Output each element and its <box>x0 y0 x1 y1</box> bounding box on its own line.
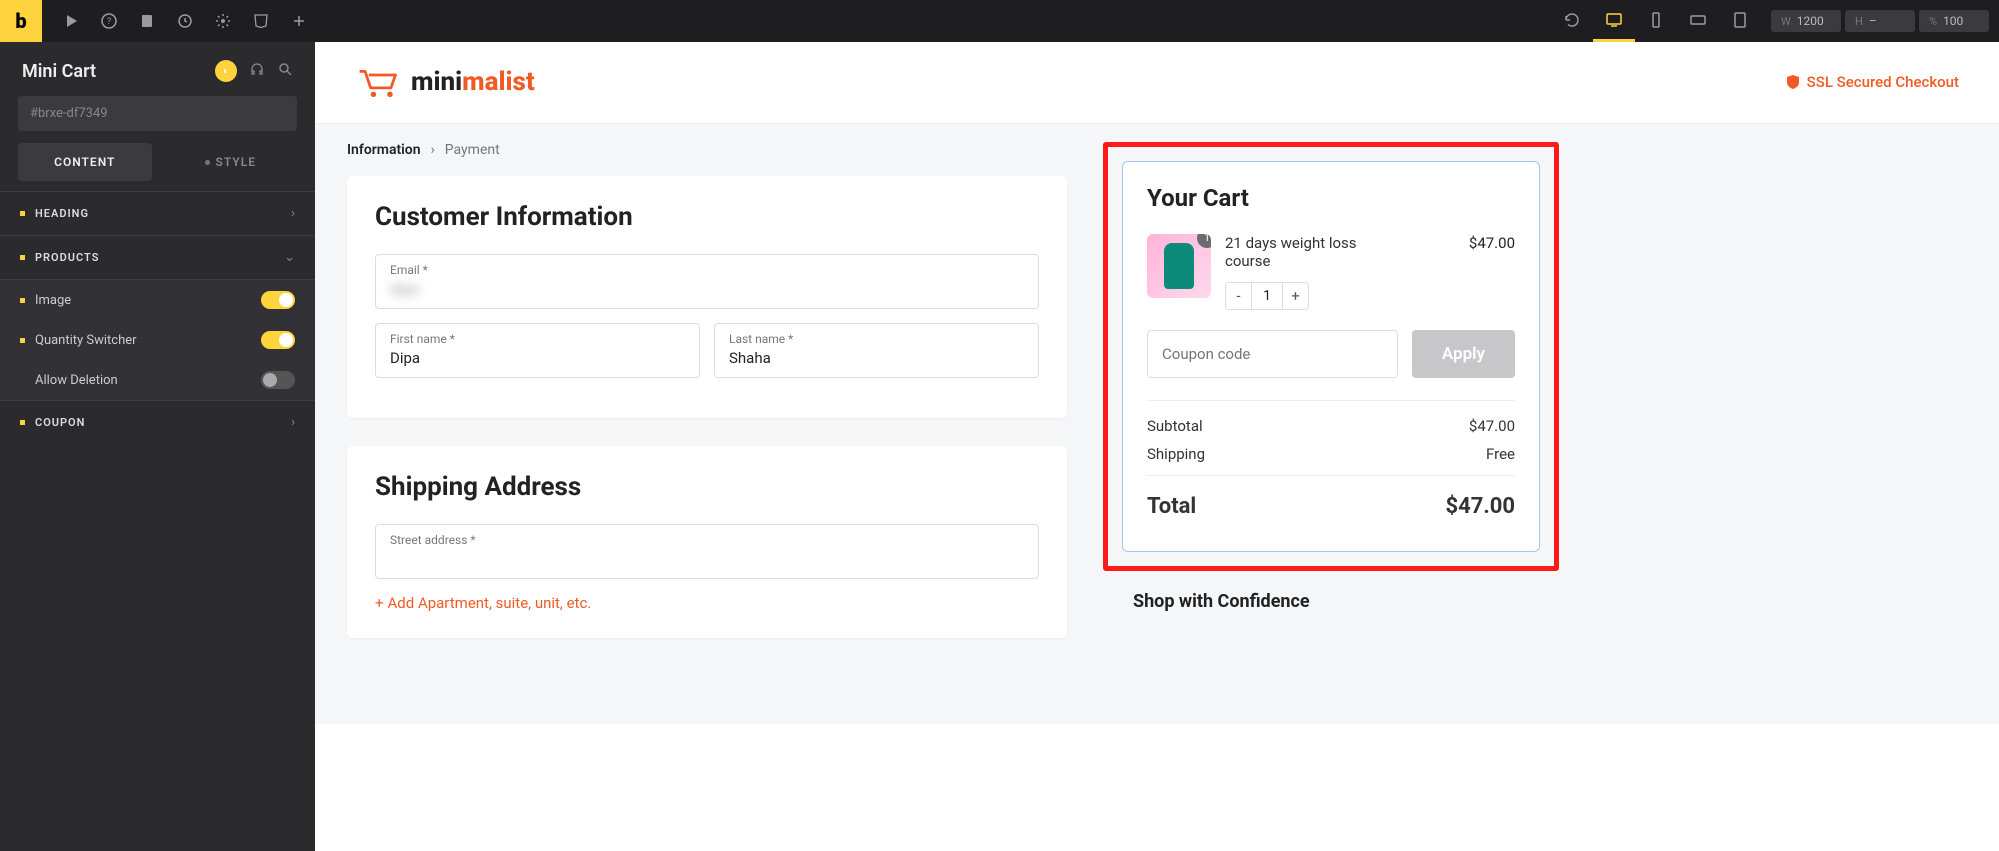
cart-highlight: Your Cart 1 21 days weight loss course - <box>1103 142 1559 571</box>
pages-icon[interactable] <box>128 0 166 42</box>
tab-content[interactable]: CONTENT <box>18 143 152 181</box>
street-field[interactable]: Street address * <box>375 524 1039 579</box>
add-apartment-link[interactable]: +Add Apartment, suite, unit, etc. <box>375 594 591 612</box>
device-tablet-icon[interactable] <box>1719 0 1761 42</box>
history-icon[interactable] <box>166 0 204 42</box>
shop-confidence-heading: Shop with Confidence <box>1103 591 1559 612</box>
height-input[interactable]: H– <box>1845 10 1915 32</box>
first-name-input[interactable] <box>390 349 685 367</box>
add-icon[interactable] <box>280 0 318 42</box>
quantity-stepper: - 1 + <box>1225 282 1309 310</box>
help-icon[interactable]: ? <box>90 0 128 42</box>
shipping-card: Shipping Address Street address * +Add A… <box>347 446 1067 638</box>
option-deletion-label: Allow Deletion <box>35 373 261 388</box>
shield-icon <box>1785 74 1801 90</box>
device-desktop-icon[interactable] <box>1593 0 1635 42</box>
element-badge-icon[interactable]: ◐ <box>215 60 237 82</box>
toggle-quantity-switcher[interactable] <box>261 331 295 349</box>
email-input[interactable] <box>390 280 1024 298</box>
chevron-right-icon: › <box>431 142 435 158</box>
section-products[interactable]: PRODUCTS ⌄ <box>0 236 315 279</box>
reload-icon[interactable] <box>1551 0 1593 42</box>
subtotal-value: $47.00 <box>1469 417 1515 435</box>
item-price: $47.00 <box>1469 234 1515 310</box>
device-tablet-landscape-icon[interactable] <box>1677 0 1719 42</box>
toggle-image[interactable] <box>261 291 295 309</box>
cart-card: Your Cart 1 21 days weight loss course - <box>1122 161 1540 552</box>
shipping-label: Shipping <box>1147 445 1205 463</box>
coupon-input[interactable] <box>1147 330 1398 378</box>
cart-item: 1 21 days weight loss course - 1 + $4 <box>1147 234 1515 310</box>
play-icon[interactable] <box>52 0 90 42</box>
email-field[interactable]: Email * <box>375 254 1039 309</box>
section-coupon[interactable]: COUPON › <box>0 401 315 444</box>
store-brand: minimalist <box>355 64 535 101</box>
option-qty-label: Quantity Switcher <box>35 333 261 348</box>
ssl-badge: SSL Secured Checkout <box>1785 73 1959 91</box>
option-image-label: Image <box>35 293 261 308</box>
svg-text:?: ? <box>107 17 111 27</box>
cart-icon <box>355 64 401 101</box>
top-toolbar: b ? W1200 H– %100 <box>0 0 1999 42</box>
settings-icon[interactable] <box>204 0 242 42</box>
customer-info-card: Customer Information Email * First name … <box>347 176 1067 418</box>
width-input[interactable]: W1200 <box>1771 10 1841 32</box>
customer-info-heading: Customer Information <box>375 202 1039 232</box>
product-thumbnail: 1 <box>1147 234 1211 298</box>
chevron-right-icon: › <box>291 415 295 430</box>
section-heading[interactable]: HEADING › <box>0 192 315 235</box>
css-icon[interactable] <box>242 0 280 42</box>
shipping-heading: Shipping Address <box>375 472 1039 502</box>
plus-icon: + <box>375 594 384 612</box>
qty-value: 1 <box>1252 283 1282 309</box>
chevron-right-icon: › <box>291 206 295 221</box>
breadcrumb-information[interactable]: Information <box>347 142 421 158</box>
shipping-value: Free <box>1486 445 1515 463</box>
street-input[interactable] <box>390 550 1024 568</box>
search-icon[interactable] <box>277 61 293 81</box>
headphones-icon[interactable] <box>249 61 265 81</box>
subtotal-label: Subtotal <box>1147 417 1203 435</box>
element-title: Mini Cart <box>22 61 96 82</box>
tab-style[interactable]: STYLE <box>164 143 298 181</box>
total-label: Total <box>1147 494 1196 519</box>
qty-increase-button[interactable]: + <box>1282 283 1308 309</box>
zoom-input[interactable]: %100 <box>1919 10 1989 32</box>
qty-decrease-button[interactable]: - <box>1226 283 1252 309</box>
brand-logo[interactable]: b <box>0 0 42 42</box>
chevron-down-icon: ⌄ <box>284 250 295 265</box>
last-name-input[interactable] <box>729 349 1024 367</box>
quantity-badge: 1 <box>1197 234 1211 248</box>
sidebar: Mini Cart ◐ #brxe-df7349 CONTENT STYLE H… <box>0 42 315 851</box>
product-name: 21 days weight loss course <box>1225 234 1365 270</box>
total-value: $47.00 <box>1446 494 1516 519</box>
cart-heading: Your Cart <box>1147 184 1515 212</box>
device-mobile-icon[interactable] <box>1635 0 1677 42</box>
preview-canvas: minimalist SSL Secured Checkout Informat… <box>315 42 1999 851</box>
toggle-allow-deletion[interactable] <box>261 371 295 389</box>
apply-coupon-button[interactable]: Apply <box>1412 330 1515 378</box>
checkout-breadcrumb: Information › Payment <box>347 142 1067 158</box>
element-id-input[interactable]: #brxe-df7349 <box>18 96 297 131</box>
breadcrumb-payment[interactable]: Payment <box>445 142 500 158</box>
first-name-field[interactable]: First name * <box>375 323 700 378</box>
last-name-field[interactable]: Last name * <box>714 323 1039 378</box>
